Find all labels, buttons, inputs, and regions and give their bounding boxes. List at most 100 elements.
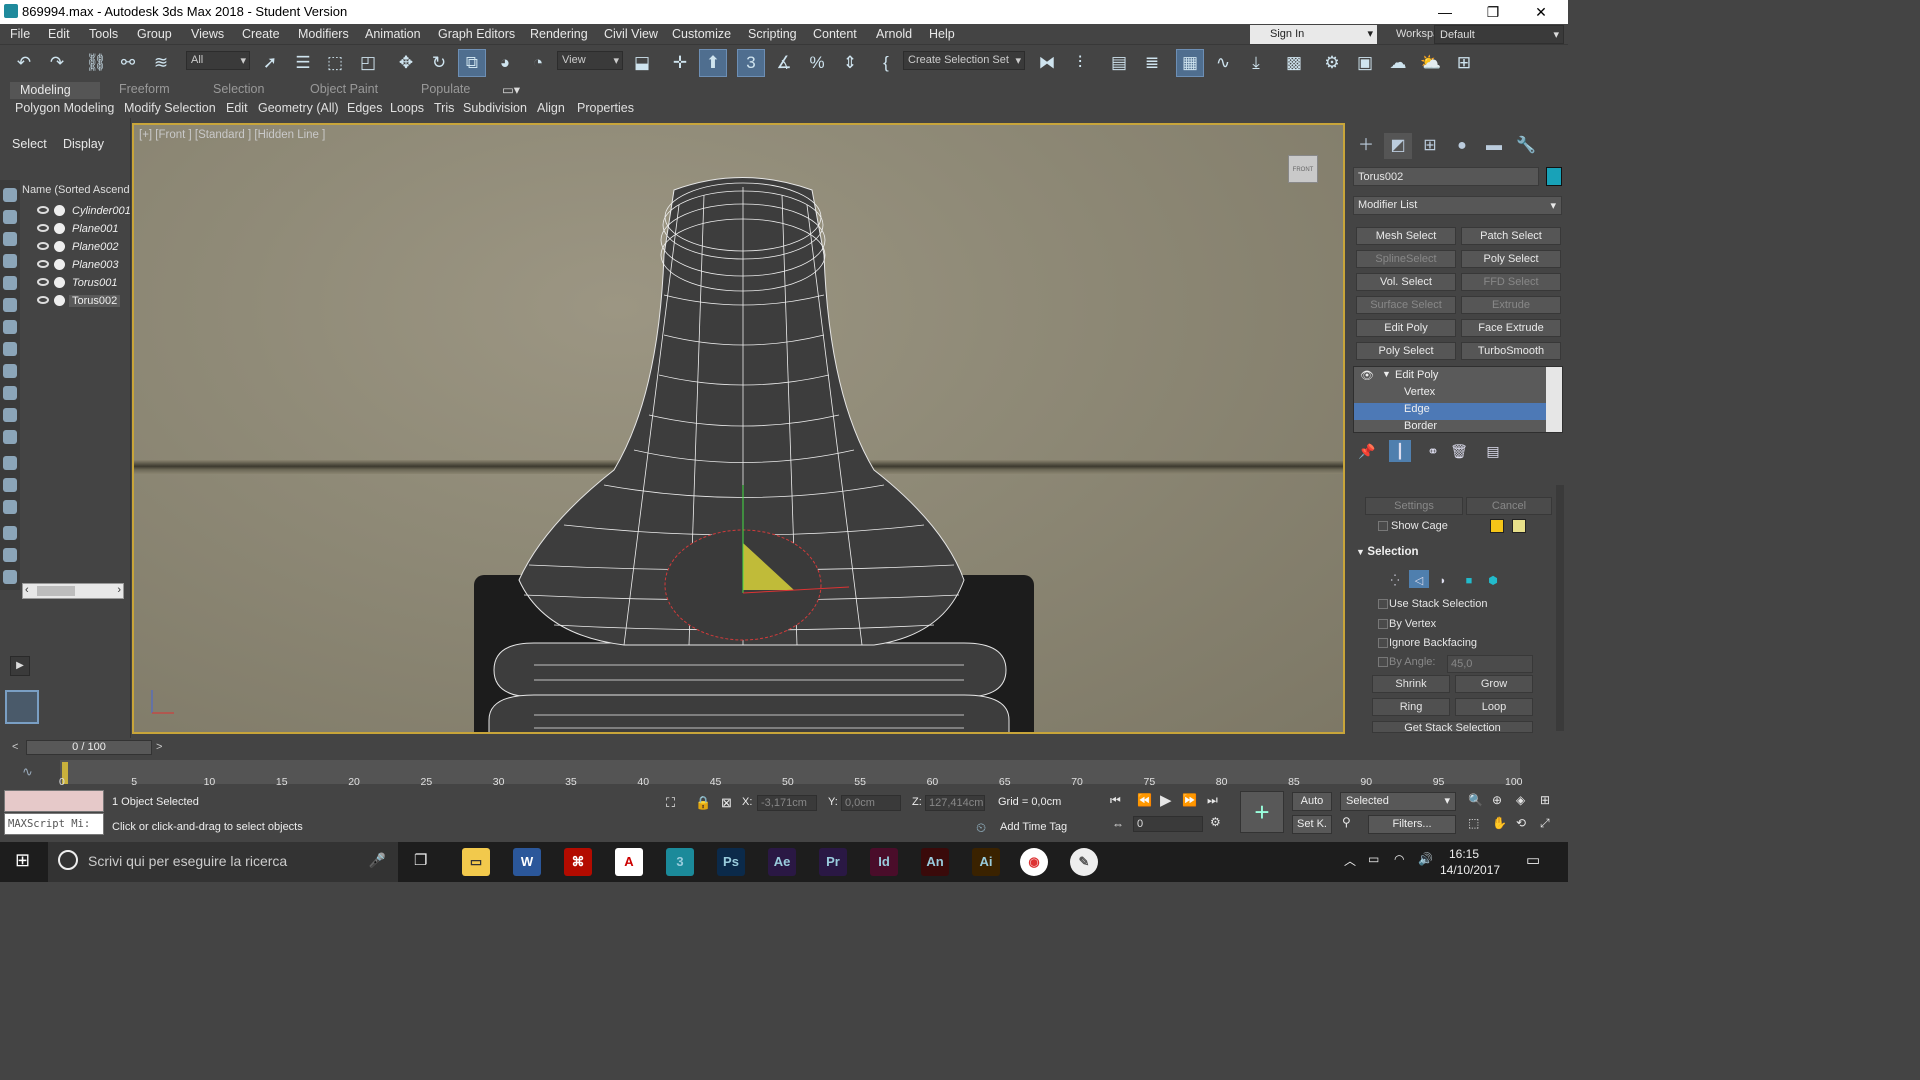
add-time-tag[interactable]: Add Time Tag [1000, 821, 1067, 833]
tab-populate[interactable]: Populate [421, 82, 470, 96]
scroll-thumb[interactable] [37, 586, 75, 596]
key-filter-dropdown[interactable]: Selected ▾ [1340, 792, 1456, 811]
element-level-icon[interactable]: ⬢ [1483, 570, 1503, 588]
window-crossing-icon[interactable]: ◰ [354, 49, 382, 77]
configure-sets-icon[interactable]: ▤ [1482, 440, 1504, 462]
time-configuration-icon[interactable]: ⚙ [1210, 815, 1221, 829]
place-rotate-icon[interactable]: ◔ [524, 49, 552, 77]
auto-key-button[interactable]: Auto [1292, 792, 1332, 811]
named-selection-icon[interactable]: { [872, 49, 900, 77]
eye-icon[interactable] [37, 224, 49, 232]
link-icon[interactable]: ⛓ [82, 49, 110, 77]
zoom-extents-all-icon[interactable]: ⊞ [1540, 793, 1550, 807]
modifier-button[interactable]: Mesh Select [1356, 227, 1456, 245]
eye-icon[interactable] [37, 296, 49, 304]
freeze-icon[interactable] [54, 205, 65, 216]
modifier-button[interactable]: Surface Select [1356, 296, 1456, 314]
absolute-mode-icon[interactable]: ⊠ [721, 795, 732, 811]
z-coordinate-field[interactable]: 127,414cm [925, 795, 985, 811]
cancel-button[interactable]: Cancel [1466, 497, 1552, 515]
redo-icon[interactable]: ↷ [43, 49, 71, 77]
lock-selection-icon[interactable]: 🔒 [695, 795, 711, 811]
spinner-snap-icon[interactable]: ⇕ [836, 49, 864, 77]
list-item[interactable]: Plane001 [34, 221, 126, 238]
isolate-selection-icon[interactable]: ⛶ [666, 795, 675, 811]
minimize-button[interactable]: — [1422, 0, 1468, 24]
zoom-icon[interactable]: 🔍 [1468, 793, 1483, 807]
filter-spacewarps-icon[interactable] [3, 298, 17, 312]
ribbon-loops[interactable]: Loops [390, 101, 424, 115]
modifier-button[interactable]: TurboSmooth [1461, 342, 1561, 360]
modifier-stack[interactable]: 👁 ▼ Edit Poly Vertex Edge Border [1353, 366, 1563, 433]
menu-create[interactable]: Create [242, 27, 280, 41]
modifier-button[interactable]: Patch Select [1461, 227, 1561, 245]
eye-icon[interactable] [37, 278, 49, 286]
menu-civil-view[interactable]: Civil View [604, 27, 658, 41]
workspaces-dropdown[interactable]: Default ▾ [1434, 25, 1564, 44]
menu-group[interactable]: Group [137, 27, 172, 41]
paint-icon[interactable]: ✎ [1070, 848, 1098, 876]
stack-item-edge[interactable]: Edge [1354, 403, 1546, 420]
command-panel-scrollbar[interactable] [1556, 485, 1564, 731]
file-explorer-icon[interactable]: ▭ [462, 848, 490, 876]
menu-scripting[interactable]: Scripting [748, 27, 797, 41]
action-center-icon[interactable]: ▭ [1526, 851, 1540, 869]
rotate-icon[interactable]: ↻ [425, 49, 453, 77]
filter-funnel-icon[interactable] [3, 548, 17, 562]
pivot-center-icon[interactable]: ⬓ [628, 49, 656, 77]
next-key-icon[interactable]: ⏩ [1182, 793, 1197, 807]
rendered-frame-icon[interactable]: ▣ [1351, 49, 1379, 77]
select-by-name-icon[interactable]: ☰ [289, 49, 317, 77]
modifier-list-dropdown[interactable]: Modifier List ▾ [1353, 196, 1562, 215]
task-view-icon[interactable]: ❐ [414, 851, 427, 869]
mirror-icon[interactable]: ⧓ [1033, 49, 1061, 77]
play-animation-icon[interactable]: ▶ [1160, 791, 1172, 809]
zoom-extents-icon[interactable]: ◈ [1516, 793, 1525, 807]
show-end-result-icon[interactable]: ┃ [1389, 440, 1411, 462]
ribbon-edges[interactable]: Edges [347, 101, 382, 115]
menu-rendering[interactable]: Rendering [530, 27, 588, 41]
ring-button[interactable]: Ring [1372, 698, 1450, 716]
stack-item-edit-poly[interactable]: 👁 ▼ Edit Poly [1354, 369, 1546, 386]
x-coordinate-field[interactable]: -3,171cm [757, 795, 817, 811]
shrink-button[interactable]: Shrink [1372, 675, 1450, 693]
key-mode-icon[interactable]: ⇔ [1112, 817, 1124, 831]
render-production-icon[interactable]: ☁ [1384, 49, 1412, 77]
filter-shapes-icon[interactable] [3, 210, 17, 224]
current-frame-field[interactable]: 0 [1133, 816, 1203, 832]
display-tab-icon[interactable]: ▬ [1480, 133, 1508, 159]
reference-coordinate-dropdown[interactable]: View ▾ [557, 51, 623, 70]
stack-scrollbar[interactable] [1546, 367, 1562, 432]
list-item[interactable]: Plane002 [34, 239, 126, 256]
go-to-start-icon[interactable]: ⏮ [1110, 793, 1121, 808]
taskbar-search[interactable]: Scrivi qui per eseguire la ricerca 🎤 [48, 842, 398, 882]
display-none-icon[interactable] [3, 478, 17, 492]
modifier-button[interactable]: Edit Poly [1356, 319, 1456, 337]
scroll-left-icon[interactable]: ‹ [25, 584, 29, 596]
filter-helpers-icon[interactable] [3, 276, 17, 290]
modifier-button[interactable]: Poly Select [1356, 342, 1456, 360]
filter-geometry-icon[interactable] [3, 188, 17, 202]
menu-modifiers[interactable]: Modifiers [298, 27, 349, 41]
freeze-icon[interactable] [54, 277, 65, 288]
by-vertex-checkbox[interactable] [1378, 619, 1388, 629]
ribbon-modify-selection[interactable]: Modify Selection [124, 101, 216, 115]
ribbon-options-icon[interactable]: ▭▾ [502, 82, 520, 97]
word-icon[interactable]: W [513, 848, 541, 876]
settings-button[interactable]: Settings [1365, 497, 1463, 515]
maxscript-listener-output[interactable] [4, 790, 104, 812]
menu-content[interactable]: Content [813, 27, 857, 41]
acrobat-icon[interactable]: ⌘ [564, 848, 592, 876]
time-slider[interactable]: 0 / 100 [26, 740, 152, 755]
filter-xrefs-icon[interactable] [3, 342, 17, 356]
column-header-name[interactable]: Name (Sorted Ascend [22, 184, 130, 196]
render-cloud-icon[interactable]: ⛅ [1417, 49, 1445, 77]
time-tag-icon[interactable]: ⏲ [976, 820, 986, 836]
freeze-icon[interactable] [54, 241, 65, 252]
menu-graph-editors[interactable]: Graph Editors [438, 27, 515, 41]
premiere-icon[interactable]: Pr [819, 848, 847, 876]
tab-selection[interactable]: Selection [213, 82, 264, 96]
get-stack-selection-button[interactable]: Get Stack Selection [1372, 721, 1533, 733]
menu-file[interactable]: File [10, 27, 30, 41]
layer-explorer-icon[interactable]: ▤ [1105, 49, 1133, 77]
